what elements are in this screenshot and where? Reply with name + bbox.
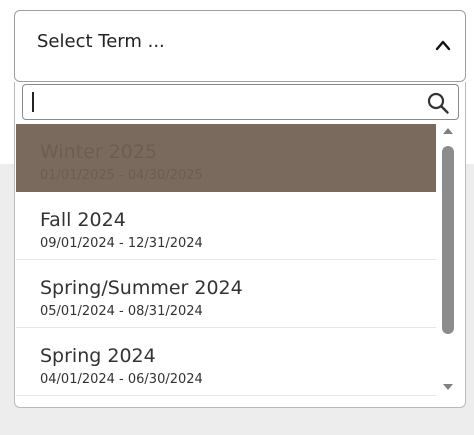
term-option-fall-2024[interactable]: Fall 2024 09/01/2024 - 12/31/2024 — [16, 192, 436, 260]
term-name: Fall 2024 — [40, 209, 126, 231]
search-input[interactable] — [29, 89, 409, 115]
term-list: Winter 2025 01/01/2025 - 04/30/2025 Fall… — [16, 124, 436, 396]
term-select[interactable]: Select Term ... — [14, 10, 466, 82]
search-icon[interactable] — [426, 91, 450, 115]
search-field[interactable] — [22, 84, 459, 120]
list-scrollbar[interactable] — [441, 124, 455, 396]
term-name: Spring/Summer 2024 — [40, 277, 243, 299]
text-caret — [32, 92, 34, 112]
term-dates: 09/01/2024 - 12/31/2024 — [40, 236, 203, 251]
term-name: Winter 2025 — [40, 141, 158, 163]
term-dates: 05/01/2024 - 08/31/2024 — [40, 304, 203, 319]
term-dates: 04/01/2024 - 06/30/2024 — [40, 372, 203, 387]
term-option-spring-summer-2024[interactable]: Spring/Summer 2024 05/01/2024 - 08/31/20… — [16, 260, 436, 328]
term-selector-page: Select Term ... Winter 2025 01/01/2025 -… — [0, 0, 474, 435]
term-option-winter-2025[interactable]: Winter 2025 01/01/2025 - 04/30/2025 — [16, 124, 436, 192]
term-option-spring-2024[interactable]: Spring 2024 04/01/2024 - 06/30/2024 — [16, 328, 436, 396]
scroll-down-arrow-icon[interactable] — [443, 384, 453, 390]
term-name: Spring 2024 — [40, 345, 156, 367]
scroll-up-arrow-icon[interactable] — [443, 128, 453, 134]
scrollbar-thumb[interactable] — [442, 146, 454, 334]
term-select-label: Select Term ... — [37, 31, 165, 52]
chevron-up-icon[interactable] — [435, 39, 451, 51]
term-dates: 01/01/2025 - 04/30/2025 — [40, 168, 203, 183]
